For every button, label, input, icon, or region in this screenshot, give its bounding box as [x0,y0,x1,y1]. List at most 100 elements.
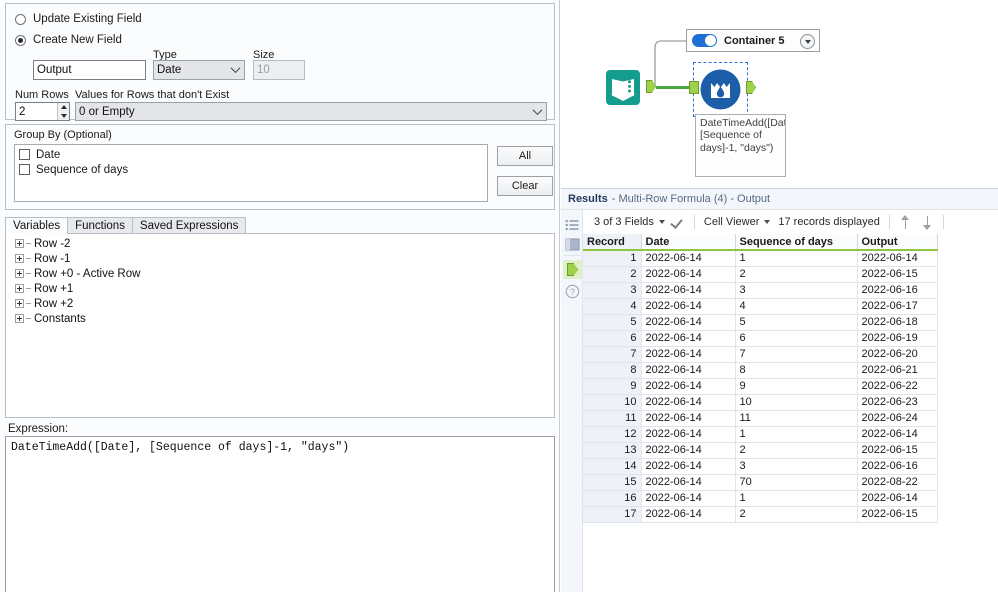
table-header-row: Record Date Sequence of days Output [583,234,938,251]
cell-sequence: 5 [735,314,858,331]
cell-sequence: 8 [735,362,858,379]
radio-update-existing-field[interactable]: Update Existing Field [15,13,142,25]
table-row[interactable]: 17 2022-06-14 2 2022-06-15 [583,506,938,523]
checkbox-icon[interactable] [19,164,30,175]
table-row[interactable]: 10 2022-06-14 10 2022-06-23 [583,394,938,411]
expand-plus-icon[interactable] [15,254,24,263]
output-field-name-input[interactable] [33,60,146,80]
radio-indicator [15,13,26,25]
radio-create-new-field[interactable]: Create New Field [15,34,122,46]
cell-date: 2022-06-14 [641,282,736,299]
tree-connector [26,303,31,304]
table-row[interactable]: 12 2022-06-14 1 2022-06-14 [583,426,938,443]
spin-up-icon[interactable] [58,103,69,112]
tab-variables[interactable]: Variables [5,217,69,234]
variables-tree[interactable]: Row -2 Row -1 Row +0 - Active Row Row +1 [5,233,555,418]
tab-saved-expressions[interactable]: Saved Expressions [131,217,247,234]
chevron-down-icon[interactable] [800,33,815,49]
group-by-field-list[interactable]: Date Sequence of days [14,144,488,202]
cell-record: 3 [583,282,642,299]
table-row[interactable]: 14 2022-06-14 3 2022-06-16 [583,458,938,475]
help-icon[interactable]: ? [565,284,580,299]
cell-sequence: 2 [735,266,858,283]
cell-output: 2022-06-14 [857,426,938,443]
chevron-down-icon[interactable] [658,220,665,224]
table-row[interactable]: 4 2022-06-14 4 2022-06-17 [583,298,938,315]
table-row[interactable]: 16 2022-06-14 1 2022-06-14 [583,490,938,507]
tree-node-row-minus-2[interactable]: Row -2 [6,236,554,251]
container-enable-toggle[interactable] [692,34,717,47]
tree-node-row-active[interactable]: Row +0 - Active Row [6,266,554,281]
column-header-record[interactable]: Record [583,234,642,251]
panel-layout-icon[interactable] [565,237,580,252]
column-header-sequence-of-days[interactable]: Sequence of days [735,234,858,251]
column-header-output[interactable]: Output [857,234,938,251]
table-row[interactable]: 7 2022-06-14 7 2022-06-20 [583,346,938,363]
alteryx-window: Update Existing Field Create New Field T… [0,0,998,592]
results-data-grid[interactable]: Record Date Sequence of days Output 1 20… [583,234,998,592]
expand-plus-icon[interactable] [15,299,24,308]
workflow-canvas[interactable]: Container 5 DateTimeAdd([Dat [Sequence o… [561,0,998,188]
num-rows-spin-buttons[interactable] [57,103,69,120]
table-row[interactable]: 5 2022-06-14 5 2022-06-18 [583,314,938,331]
tree-node-row-plus-1[interactable]: Row +1 [6,281,554,296]
cell-date: 2022-06-14 [641,250,736,267]
cell-sequence: 6 [735,330,858,347]
workflow-and-results: Container 5 DateTimeAdd([Dat [Sequence o… [561,0,998,592]
list-view-icon[interactable] [565,218,580,233]
expand-plus-icon[interactable] [15,269,24,278]
cell-record: 11 [583,410,642,427]
table-row[interactable]: 1 2022-06-14 1 2022-06-14 [583,250,938,267]
table-row[interactable]: 3 2022-06-14 3 2022-06-16 [583,282,938,299]
group-by-clear-button[interactable]: Clear [497,176,553,196]
formula-node-output-anchor[interactable] [746,81,756,94]
table-row[interactable]: 13 2022-06-14 2 2022-06-15 [583,442,938,459]
results-toolbar: 3 of 3 Fields Cell Viewer 17 records dis… [583,210,998,234]
table-row[interactable]: 11 2022-06-14 11 2022-06-24 [583,410,938,427]
multi-row-formula-tool-node[interactable] [700,69,741,110]
tab-functions[interactable]: Functions [67,217,133,234]
group-by-all-button[interactable]: All [497,146,553,166]
output-anchor-rail-button[interactable] [563,260,582,279]
values-for-missing-select[interactable]: 0 or Empty [75,102,547,121]
table-row[interactable]: 8 2022-06-14 8 2022-06-21 [583,362,938,379]
cell-date: 2022-06-14 [641,346,736,363]
cell-viewer-selector[interactable]: Cell Viewer [704,216,775,228]
scroll-down-icon[interactable] [921,215,934,230]
cell-record: 15 [583,474,642,491]
field-type-select[interactable]: Date [153,60,245,80]
group-by-item-label: Sequence of days [36,163,129,176]
chevron-down-icon[interactable] [764,220,771,224]
scroll-up-icon[interactable] [899,214,912,230]
num-rows-input[interactable] [16,103,58,120]
cell-record: 7 [583,346,642,363]
cell-sequence: 2 [735,506,858,523]
cell-date: 2022-06-14 [641,394,736,411]
fields-selector[interactable]: 3 of 3 Fields [594,216,670,228]
expand-plus-icon[interactable] [15,239,24,248]
table-row[interactable]: 2 2022-06-14 2 2022-06-15 [583,266,938,283]
formula-node-input-anchor[interactable] [689,81,699,94]
tree-node-row-plus-2[interactable]: Row +2 [6,296,554,311]
expression-editor[interactable]: DateTimeAdd([Date], [Sequence of days]-1… [5,436,555,592]
group-by-item-date[interactable]: Date [17,147,487,162]
num-rows-stepper[interactable] [15,102,70,121]
tool-container-header[interactable]: Container 5 [686,29,820,52]
group-by-label: Group By (Optional) [14,129,112,141]
column-header-date[interactable]: Date [641,234,736,251]
tree-node-row-minus-1[interactable]: Row -1 [6,251,554,266]
group-by-group: Group By (Optional) Date Sequence of day… [5,124,555,210]
cell-sequence: 4 [735,298,858,315]
text-input-tool-node[interactable] [605,68,645,108]
table-row[interactable]: 9 2022-06-14 9 2022-06-22 [583,378,938,395]
checkbox-icon[interactable] [19,149,30,160]
spin-down-icon[interactable] [58,112,69,121]
table-row[interactable]: 15 2022-06-14 70 2022-08-22 [583,474,938,491]
tree-node-constants[interactable]: Constants [6,311,554,326]
group-by-item-sequence-of-days[interactable]: Sequence of days [17,162,487,177]
apply-fields-check-icon[interactable] [672,217,685,227]
expand-plus-icon[interactable] [15,284,24,293]
table-row[interactable]: 6 2022-06-14 6 2022-06-19 [583,330,938,347]
expand-plus-icon[interactable] [15,314,24,323]
tree-node-label: Row +2 [34,297,74,310]
